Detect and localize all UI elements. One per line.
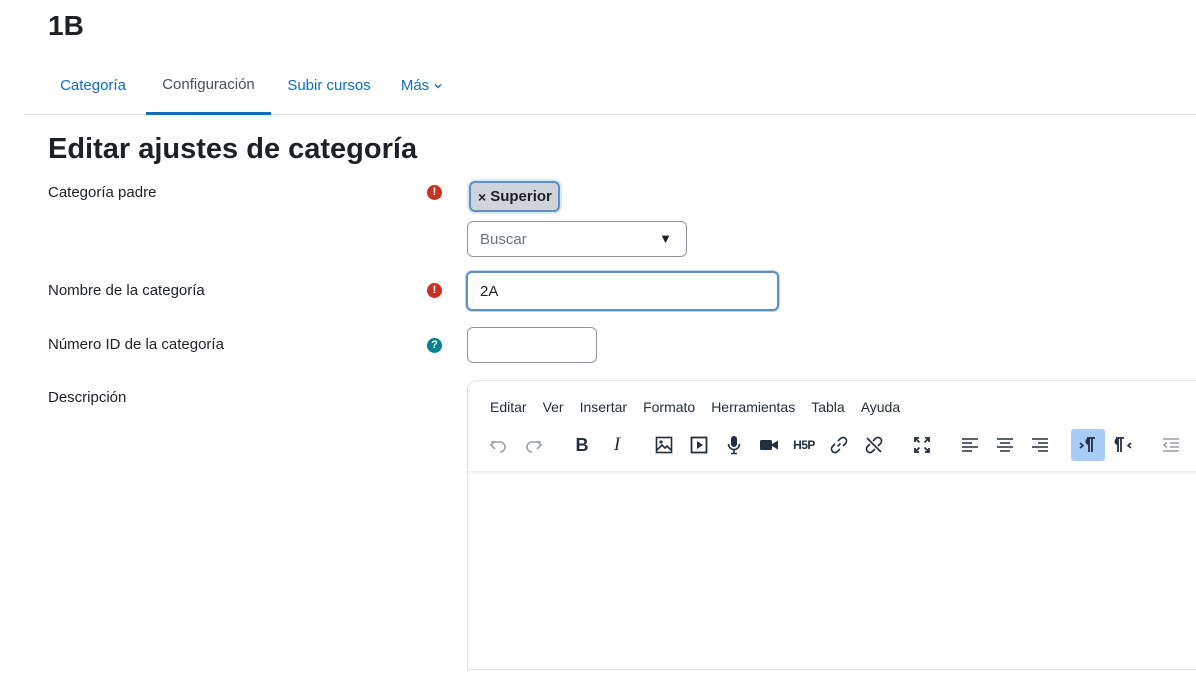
tab-label: Categoría bbox=[60, 77, 126, 94]
parent-category-search[interactable]: Buscar ▼ bbox=[467, 221, 687, 257]
media-icon[interactable] bbox=[682, 429, 716, 461]
video-camera-icon[interactable] bbox=[752, 429, 786, 461]
menu-herramientas[interactable]: Herramientas bbox=[703, 397, 803, 417]
tab-label: Subir cursos bbox=[287, 77, 371, 94]
tab-configuracion[interactable]: Configuración bbox=[146, 56, 271, 115]
h5p-icon[interactable]: H5P bbox=[787, 429, 821, 461]
link-icon[interactable] bbox=[822, 429, 856, 461]
parent-category-label: Categoría padre bbox=[48, 184, 157, 201]
tab-label: Configuración bbox=[162, 75, 255, 93]
editor-header: Editar Ver Insertar Formato Herramientas… bbox=[468, 381, 1196, 471]
form-heading: Editar ajustes de categoría bbox=[48, 133, 418, 165]
page-title: 1B bbox=[48, 10, 84, 41]
align-left-icon[interactable] bbox=[953, 429, 987, 461]
required-icon: ! bbox=[427, 283, 442, 298]
chip-label: Superior bbox=[490, 188, 552, 205]
undo-icon[interactable] bbox=[481, 429, 515, 461]
menu-insertar[interactable]: Insertar bbox=[572, 397, 635, 417]
tab-label: Más bbox=[400, 77, 430, 94]
tab-categoria[interactable]: Categoría bbox=[48, 56, 138, 115]
selected-parent-chip[interactable]: × Superior bbox=[469, 181, 560, 212]
menu-tabla[interactable]: Tabla bbox=[803, 397, 852, 417]
remove-chip-icon[interactable]: × bbox=[478, 189, 486, 205]
description-label: Descripción bbox=[48, 389, 127, 406]
image-icon[interactable] bbox=[647, 429, 681, 461]
outdent-icon[interactable] bbox=[1154, 429, 1188, 461]
editor-content-area[interactable] bbox=[468, 473, 1196, 673]
category-id-input[interactable] bbox=[467, 327, 597, 363]
dropdown-caret-icon: ▼ bbox=[659, 231, 672, 246]
category-name-label: Nombre de la categoría bbox=[48, 282, 205, 299]
chevron-down-icon bbox=[434, 83, 442, 88]
menu-editar[interactable]: Editar bbox=[482, 397, 535, 417]
align-center-icon[interactable] bbox=[988, 429, 1022, 461]
unlink-icon[interactable] bbox=[857, 429, 891, 461]
secondary-navigation: Categoría Configuración Subir cursos Más bbox=[24, 56, 1196, 115]
help-icon[interactable]: ? bbox=[427, 338, 442, 353]
search-placeholder: Buscar bbox=[480, 230, 527, 248]
microphone-icon[interactable] bbox=[717, 429, 751, 461]
redo-icon[interactable] bbox=[517, 429, 551, 461]
required-icon: ! bbox=[427, 185, 442, 200]
align-right-icon[interactable] bbox=[1023, 429, 1057, 461]
menu-ver[interactable]: Ver bbox=[535, 397, 572, 417]
menu-ayuda[interactable]: Ayuda bbox=[853, 397, 908, 417]
ltr-icon[interactable] bbox=[1071, 429, 1105, 461]
editor-toolbar: B I H5P bbox=[468, 429, 1196, 461]
editor-menubar: Editar Ver Insertar Formato Herramientas… bbox=[482, 397, 908, 417]
fullscreen-icon[interactable] bbox=[905, 429, 939, 461]
category-name-input[interactable] bbox=[466, 271, 779, 311]
menu-formato[interactable]: Formato bbox=[635, 397, 703, 417]
description-editor: Editar Ver Insertar Formato Herramientas… bbox=[467, 380, 1196, 670]
rtl-icon[interactable] bbox=[1106, 429, 1140, 461]
category-id-label: Número ID de la categoría bbox=[48, 336, 224, 353]
bold-icon[interactable]: B bbox=[565, 429, 599, 461]
tab-mas[interactable]: Más bbox=[396, 56, 448, 115]
italic-icon[interactable]: I bbox=[600, 429, 634, 461]
tab-subir-cursos[interactable]: Subir cursos bbox=[279, 56, 379, 115]
